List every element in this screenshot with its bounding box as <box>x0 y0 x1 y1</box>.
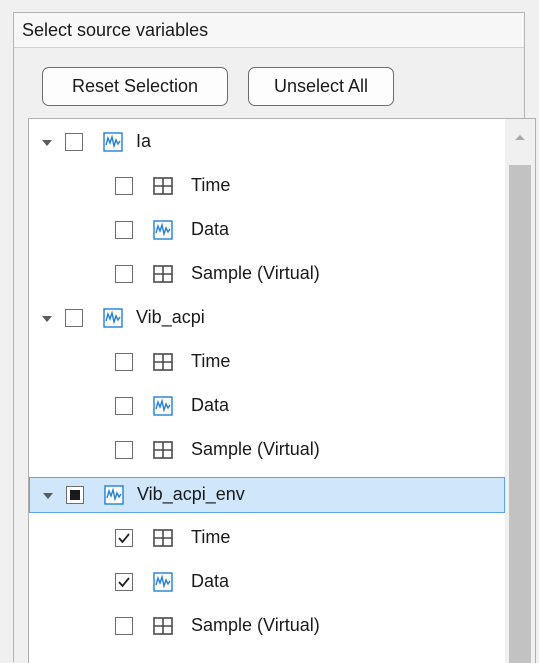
signal-icon <box>153 396 173 416</box>
tree-node-vib-acpi[interactable]: Vib_acpi <box>29 301 505 337</box>
tree-leaf-time[interactable]: Time <box>29 521 505 557</box>
table-icon <box>153 176 173 196</box>
source-variables-panel: Select source variables Reset Selection … <box>13 12 536 663</box>
signal-icon <box>153 572 173 592</box>
tree-node-vib-acpi-env[interactable]: Vib_acpi_env <box>29 477 505 513</box>
signal-icon <box>103 308 123 328</box>
tree-item-label: Sample (Virtual) <box>191 439 320 459</box>
checkbox[interactable] <box>115 441 133 459</box>
table-icon <box>153 440 173 460</box>
tree-leaf-data[interactable]: Data <box>29 389 505 425</box>
signal-icon <box>104 485 124 505</box>
panel-title: Select source variables <box>14 13 524 48</box>
checkbox[interactable] <box>115 573 133 591</box>
checkbox[interactable] <box>115 177 133 195</box>
tree-leaf-sample-virtual[interactable]: Sample (Virtual) <box>29 257 505 293</box>
scrollbar-thumb[interactable] <box>509 165 531 663</box>
table-icon <box>153 352 173 372</box>
checkbox[interactable] <box>66 486 84 504</box>
checkbox[interactable] <box>115 617 133 635</box>
expand-arrow-icon[interactable] <box>41 313 53 325</box>
checkbox[interactable] <box>115 353 133 371</box>
table-icon <box>153 264 173 284</box>
unselect-all-button[interactable]: Unselect All <box>248 67 394 106</box>
tree-node-ia[interactable]: Ia <box>29 125 505 161</box>
checkbox[interactable] <box>115 221 133 239</box>
variable-tree[interactable]: Ia Time Data Sample (Virtual) Vib_acpi Time Da… <box>28 118 536 663</box>
reset-selection-button[interactable]: Reset Selection <box>42 67 228 106</box>
tree-item-label: Sample (Virtual) <box>191 263 320 283</box>
tree-leaf-data[interactable]: Data <box>29 213 505 249</box>
checkbox[interactable] <box>115 529 133 547</box>
tree-item-label: Data <box>191 219 230 239</box>
scroll-up-arrow-icon[interactable] <box>505 119 535 155</box>
tree-item-label: Vib_acpi_env <box>137 484 245 504</box>
tree-item-label: Ia <box>136 131 152 151</box>
tree-item-label: Time <box>191 351 231 371</box>
tree-item-label: Vib_acpi <box>136 307 205 327</box>
table-icon <box>153 528 173 548</box>
tree-leaf-time[interactable]: Time <box>29 345 505 381</box>
tree-item-label: Data <box>191 395 230 415</box>
checkbox[interactable] <box>115 397 133 415</box>
expand-arrow-icon[interactable] <box>41 137 53 149</box>
signal-icon <box>153 220 173 240</box>
tree-leaf-time[interactable]: Time <box>29 169 505 205</box>
tree-item-label: Sample (Virtual) <box>191 615 320 635</box>
tree-leaf-sample-virtual[interactable]: Sample (Virtual) <box>29 433 505 469</box>
checkbox[interactable] <box>65 309 83 327</box>
tree-leaf-sample-virtual[interactable]: Sample (Virtual) <box>29 609 505 645</box>
checkbox[interactable] <box>115 265 133 283</box>
tree-item-label: Data <box>191 571 230 591</box>
checkbox[interactable] <box>65 133 83 151</box>
tree-item-label: Time <box>191 527 231 547</box>
signal-icon <box>103 132 123 152</box>
table-icon <box>153 616 173 636</box>
expand-arrow-icon[interactable] <box>42 490 54 502</box>
vertical-scrollbar[interactable] <box>505 119 535 663</box>
tree-item-label: Time <box>191 175 231 195</box>
tree-leaf-data[interactable]: Data <box>29 565 505 601</box>
